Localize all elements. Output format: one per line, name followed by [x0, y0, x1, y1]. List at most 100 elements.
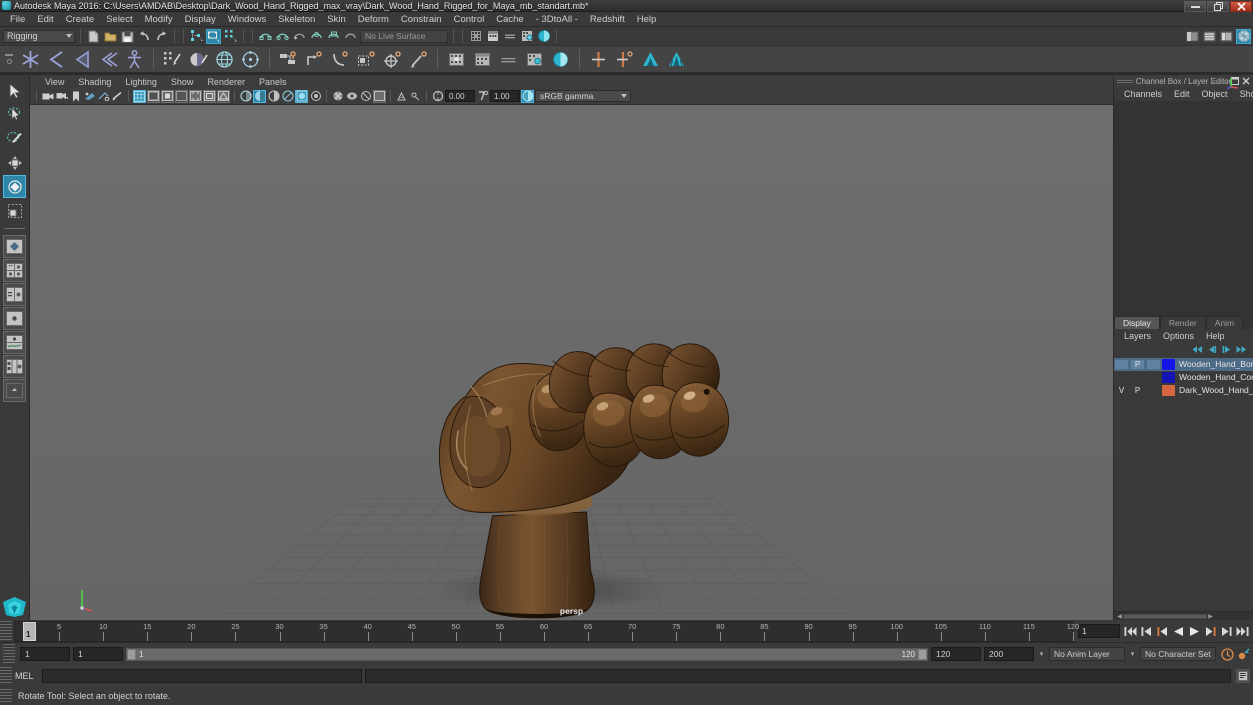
grid-toggle-icon[interactable]: [111, 90, 124, 103]
menu-select[interactable]: Select: [100, 12, 138, 27]
minimize-button[interactable]: [1184, 1, 1206, 12]
move-tool[interactable]: [3, 151, 26, 174]
menu-3dtoall[interactable]: - 3DtoAll -: [530, 12, 584, 27]
smooth-shade-all-icon[interactable]: [239, 90, 252, 103]
menu-display[interactable]: Display: [179, 12, 222, 27]
scale-constraint-icon[interactable]: [355, 48, 378, 71]
layer-playback-toggle[interactable]: [1130, 372, 1145, 383]
snap-to-curve-icon[interactable]: [275, 29, 290, 44]
four-view-layout[interactable]: [3, 259, 26, 282]
menu-control[interactable]: Control: [448, 12, 491, 27]
layer-visibility-toggle[interactable]: V: [1114, 385, 1129, 396]
select-by-component-icon[interactable]: [223, 29, 238, 44]
rotate-tool[interactable]: [3, 175, 26, 198]
parent-constraint-icon[interactable]: [277, 48, 300, 71]
move-layer-down-fast-icon[interactable]: [1236, 345, 1247, 354]
playback-start-field[interactable]: 1: [73, 647, 123, 661]
go-to-end-icon[interactable]: [1236, 625, 1249, 638]
sidebar-channel-box-icon[interactable]: [1219, 29, 1234, 44]
command-line-grip[interactable]: [0, 667, 12, 685]
film-gate-icon[interactable]: [133, 90, 146, 103]
range-start-handle[interactable]: [127, 649, 136, 660]
time-slider-playhead[interactable]: 1: [23, 622, 36, 641]
reroot-skeleton-icon[interactable]: [97, 48, 120, 71]
select-by-hierarchy-icon[interactable]: [189, 29, 204, 44]
screen-space-ao-icon[interactable]: [295, 90, 308, 103]
command-input[interactable]: [42, 669, 362, 683]
move-layer-up-icon[interactable]: [1208, 345, 1217, 354]
menu-modify[interactable]: Modify: [139, 12, 179, 27]
menu-skin[interactable]: Skin: [321, 12, 351, 27]
textured-icon[interactable]: [253, 90, 266, 103]
use-all-lights-icon[interactable]: [267, 90, 280, 103]
channelbox-menu-show[interactable]: Show: [1234, 87, 1253, 101]
snap-to-point-icon[interactable]: [292, 29, 307, 44]
range-end-handle[interactable]: [918, 649, 927, 660]
select-tool[interactable]: [3, 79, 26, 102]
anim-layer-selector[interactable]: No Anim Layer: [1049, 647, 1125, 661]
layer-color-swatch[interactable]: [1162, 359, 1175, 370]
sidebar-tool-settings-icon[interactable]: [1202, 29, 1217, 44]
create-locator-options-icon[interactable]: [613, 48, 636, 71]
render-settings-icon[interactable]: [536, 29, 551, 44]
set-driven-key-icon[interactable]: [497, 48, 520, 71]
time-slider-grip[interactable]: [0, 621, 12, 641]
menu-deform[interactable]: Deform: [352, 12, 395, 27]
resolution-gate-icon[interactable]: [147, 90, 160, 103]
two-pane-side-by-side-layout[interactable]: [3, 283, 26, 306]
cluster-deformer-icon[interactable]: [239, 48, 262, 71]
restore-button[interactable]: [1207, 1, 1229, 12]
playback-end-field[interactable]: 120: [931, 647, 981, 661]
redo-icon[interactable]: [154, 29, 169, 44]
quick-rig-tool-icon[interactable]: [639, 48, 662, 71]
current-frame-field[interactable]: 1: [1078, 624, 1120, 638]
layer-list-scrollbar[interactable]: ◀ ▶: [1114, 611, 1253, 620]
viewport-menu-show[interactable]: Show: [164, 75, 201, 89]
time-slider-track[interactable]: 1 51015202530354045505560657075808590951…: [14, 621, 1074, 642]
close-button[interactable]: [1230, 1, 1252, 12]
quick-rig-icon[interactable]: [523, 48, 546, 71]
menu-windows[interactable]: Windows: [222, 12, 273, 27]
open-scene-icon[interactable]: [103, 29, 118, 44]
gamma-icon[interactable]: [476, 90, 489, 103]
play-forwards-icon[interactable]: [1188, 625, 1201, 638]
flow-path-object-icon[interactable]: [471, 48, 494, 71]
menu-help[interactable]: Help: [631, 12, 663, 27]
script-editor-icon[interactable]: [1236, 669, 1250, 683]
view-transform-icon[interactable]: [521, 90, 534, 103]
motion-blur-icon[interactable]: [331, 90, 344, 103]
bookmark-icon[interactable]: [69, 90, 82, 103]
sidebar-modeling-toolkit-icon[interactable]: [1236, 29, 1251, 44]
xray-icon[interactable]: [395, 90, 408, 103]
layer-reference-toggle[interactable]: [1146, 372, 1161, 383]
go-to-start-icon[interactable]: [1124, 625, 1137, 638]
construction-history-icon[interactable]: [502, 29, 517, 44]
animation-preferences-icon[interactable]: [1237, 648, 1250, 661]
layer-row-wooden-hand-bones[interactable]: P Wooden_Hand_Bones: [1114, 358, 1253, 371]
wireframe-on-shaded-icon[interactable]: [217, 90, 230, 103]
scroll-right-icon[interactable]: ▶: [1207, 613, 1214, 620]
rendering-flags-icon[interactable]: [485, 29, 500, 44]
select-by-object-icon[interactable]: [206, 29, 221, 44]
menu-file[interactable]: File: [4, 12, 31, 27]
lock-camera-icon[interactable]: [55, 90, 68, 103]
render-current-frame-icon[interactable]: [519, 29, 534, 44]
field-chart-icon[interactable]: [175, 90, 188, 103]
bind-skin-icon[interactable]: [161, 48, 184, 71]
step-back-frame-icon[interactable]: [1156, 625, 1169, 638]
tab-render[interactable]: Render: [1160, 316, 1206, 329]
human-ik-control-rig-icon[interactable]: [665, 48, 688, 71]
perspective-viewport[interactable]: persp: [30, 105, 1113, 620]
layer-visibility-toggle[interactable]: [1114, 359, 1129, 370]
undo-icon[interactable]: [137, 29, 152, 44]
menu-edit[interactable]: Edit: [31, 12, 59, 27]
help-line-grip[interactable]: [0, 689, 12, 703]
menu-cache[interactable]: Cache: [490, 12, 529, 27]
panel-grip[interactable]: [1117, 80, 1133, 83]
tab-display[interactable]: Display: [1114, 316, 1160, 329]
layer-list[interactable]: P Wooden_Hand_Bones Wooden_Hand_Contro V…: [1114, 356, 1253, 612]
menu-create[interactable]: Create: [60, 12, 101, 27]
gamma-value-field[interactable]: 1.00: [490, 90, 520, 102]
scale-tool[interactable]: [3, 199, 26, 222]
layer-menu-layers[interactable]: Layers: [1118, 329, 1157, 343]
